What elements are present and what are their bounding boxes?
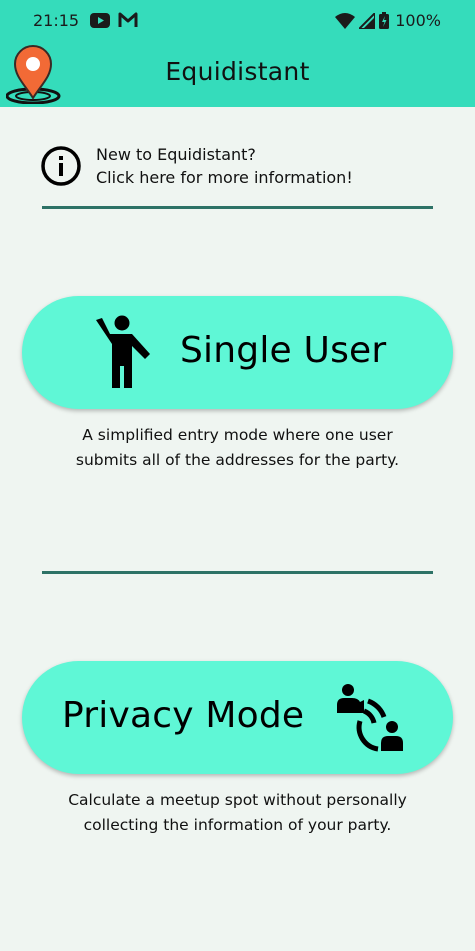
info-text[interactable]: New to Equidistant? Click here for more … xyxy=(96,143,353,189)
divider-middle xyxy=(42,571,433,574)
info-icon xyxy=(41,146,81,186)
app-bar: Equidistant xyxy=(0,40,475,107)
cell-signal-icon xyxy=(359,12,376,29)
info-text-line2: Click here for more information! xyxy=(96,168,353,187)
privacy-mode-description: Calculate a meetup spot without personal… xyxy=(20,788,455,838)
info-banner[interactable]: New to Equidistant? Click here for more … xyxy=(40,143,440,189)
gmail-icon xyxy=(118,12,138,27)
privacy-mode-desc-line1: Calculate a meetup spot without personal… xyxy=(68,791,407,809)
divider-top xyxy=(42,206,433,209)
status-right-icons: 100% xyxy=(335,11,441,30)
notification-icons xyxy=(90,12,138,28)
single-user-description: A simplified entry mode where one user s… xyxy=(20,423,455,473)
status-bar: 21:15 100% xyxy=(0,0,475,40)
info-text-line1: New to Equidistant? xyxy=(96,145,256,164)
single-user-desc-line1: A simplified entry mode where one user xyxy=(82,426,393,444)
privacy-mode-button[interactable]: Privacy Mode xyxy=(22,661,453,774)
single-user-desc-line2: submits all of the addresses for the par… xyxy=(75,451,400,469)
youtube-icon xyxy=(90,12,110,28)
single-user-button[interactable]: Single User xyxy=(22,296,453,409)
battery-icon xyxy=(379,12,390,29)
wifi-icon xyxy=(335,12,356,29)
battery-percent: 100% xyxy=(395,11,441,30)
app-title: Equidistant xyxy=(165,57,310,86)
privacy-mode-label: Privacy Mode xyxy=(62,695,305,736)
status-time: 21:15 xyxy=(33,11,80,30)
person-waving-icon xyxy=(96,315,150,388)
privacy-mode-desc-line2: collecting the information of your party… xyxy=(83,816,392,834)
single-user-label: Single User xyxy=(180,330,387,371)
users-signal-icon xyxy=(337,684,403,752)
